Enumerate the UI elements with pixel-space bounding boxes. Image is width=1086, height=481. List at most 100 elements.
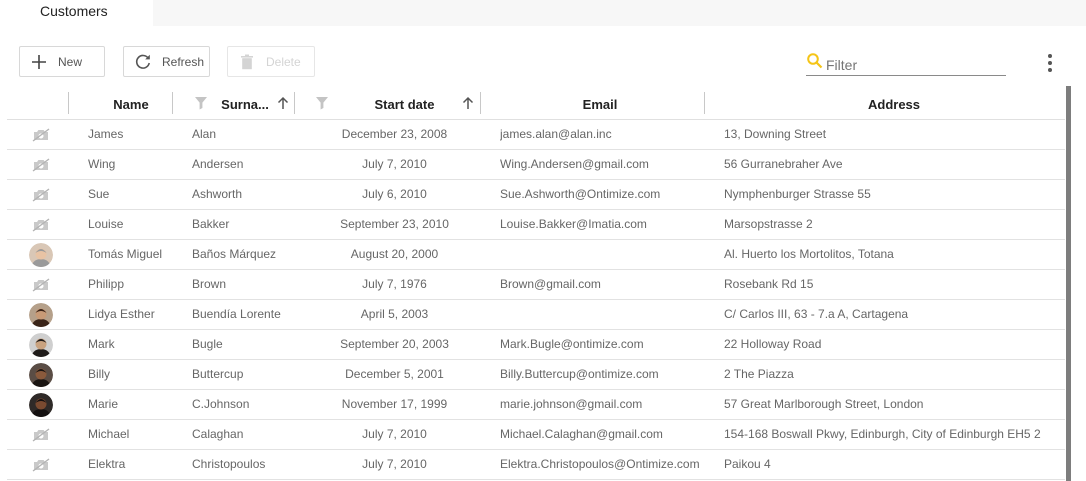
cell-name: Louise [88,217,124,231]
sort-ascending-icon[interactable] [277,96,289,110]
cell-name: Mark [88,337,115,351]
table-row[interactable]: Louise Bakker September 23, 2010 Louise.Bak… [7,210,1065,240]
column-separator[interactable] [172,92,173,114]
cell-start-date: July 7, 2010 [362,157,427,171]
table-row[interactable]: Billy Buttercup December 5, 2001 Billy.Butt… [7,360,1065,390]
cell-start-date: July 7, 2010 [362,427,427,441]
table-row[interactable]: Lidya Esther Buendía Lorente April 5, 2003… [7,300,1065,330]
column-header-start-date-label: Start date [374,96,435,112]
cell-name: James [88,127,124,141]
cell-email: Brown@gmail.com [500,277,601,291]
column-separator[interactable] [480,92,481,114]
trash-icon [228,46,266,77]
cell-surname: Brown [192,277,227,291]
cell-email: james.alan@alan.inc [500,127,612,141]
column-separator[interactable] [704,92,705,114]
table-row[interactable]: Michael Calaghan July 7, 2010 Michael.Calag… [7,420,1065,450]
avatar [26,240,56,269]
column-header-address[interactable]: Address [724,88,1064,120]
column-header-surname[interactable]: Surna... [212,88,278,120]
filter-input[interactable] [826,55,1002,75]
table-row[interactable]: Wing Andersen July 7, 2010 Wing.Andersen@gm… [7,150,1065,180]
cell-surname: Buttercup [192,367,244,381]
search-icon [806,52,824,70]
cell-name: Sue [88,187,110,201]
table-row[interactable]: Mark Bugle September 20, 2003 Mark.Bugle@on… [7,330,1065,360]
cell-address: 56 Gurranebraher Ave [724,157,843,171]
avatar [26,360,56,389]
cell-surname: Alan [192,127,217,141]
cell-surname: Buendía Lorente [192,307,281,321]
cell-email: Mark.Bugle@ontimize.com [500,337,644,351]
avatar [26,300,56,329]
no-photo-icon [26,180,56,209]
table-row[interactable]: James Alan December 23, 2008 james.alan@ala… [7,120,1065,150]
no-photo-icon [26,210,56,239]
cell-surname: Baños Márquez [192,247,277,261]
filter-funnel-icon[interactable] [194,96,208,110]
no-photo-icon [26,150,56,179]
column-header-start-date[interactable]: Start date [347,88,462,120]
new-button[interactable]: New [19,46,105,77]
filter-field[interactable] [806,52,1006,76]
delete-button[interactable]: Delete [227,46,315,77]
cell-address: 13, Downing Street [724,127,827,141]
cell-address: Rosebank Rd 15 [724,277,814,291]
cell-start-date: July 7, 2010 [362,457,427,471]
no-photo-icon [26,270,56,299]
plus-icon [20,46,58,77]
cell-address: 57 Great Marlborough Street, London [724,397,924,411]
cell-surname: C.Johnson [192,397,250,411]
table-row[interactable]: Philipp Brown July 7, 1976 Brown@gmail.com R… [7,270,1065,300]
cell-start-date: September 20, 2003 [340,337,449,351]
cell-address: C/ Carlos III, 63 - 7.a A, Cartagena [724,307,909,321]
sort-ascending-icon[interactable] [462,96,474,110]
vertical-scrollbar[interactable] [1066,86,1071,481]
tab-customers-label: Customers [40,3,108,19]
cell-surname: Bugle [192,337,223,351]
cell-name: Philipp [88,277,125,291]
cell-start-date: December 5, 2001 [345,367,444,381]
cell-start-date: April 5, 2003 [360,307,429,321]
cell-surname: Calaghan [192,427,244,441]
cell-email [500,300,710,329]
cell-name: Wing [88,157,116,171]
column-header-email[interactable]: Email [500,88,700,120]
cell-name: Lidya Esther [88,307,155,321]
table-body: James Alan December 23, 2008 james.alan@ala… [7,120,1065,480]
cell-email: Sue.Ashworth@Ontimize.com [500,187,661,201]
avatar [26,390,56,419]
more-options-icon[interactable] [1040,53,1060,73]
cell-name: Elektra [88,457,126,471]
cell-email: Wing.Andersen@gmail.com [500,157,649,171]
avatar [26,330,56,359]
table-header: Name Surna... Start date Email Address [7,88,1065,120]
table-row[interactable]: Tomás Miguel Baños Márquez August 20, 2000… [7,240,1065,270]
cell-email: Louise.Bakker@Imatia.com [500,217,647,231]
refresh-icon [124,46,162,77]
refresh-button[interactable]: Refresh [123,46,210,77]
cell-start-date: July 7, 1976 [362,277,427,291]
new-button-label: New [58,54,83,69]
cell-start-date: September 23, 2010 [340,217,449,231]
column-separator[interactable] [294,92,295,114]
cell-start-date: July 6, 2010 [362,187,427,201]
column-header-name[interactable]: Name [88,88,174,120]
cell-address: 2 The Piazza [724,367,794,381]
cell-name: Marie [88,397,119,411]
table-row[interactable]: Elektra Christopoulos July 7, 2010 Elektra.… [7,450,1065,480]
cell-email: Billy.Buttercup@ontimize.com [500,367,659,381]
cell-start-date: August 20, 2000 [350,247,439,261]
table-row[interactable]: Marie C.Johnson November 17, 1999 marie.joh… [7,390,1065,420]
column-header-surname-label: Surna... [221,96,269,112]
cell-address: 22 Holloway Road [724,337,822,351]
column-separator[interactable] [68,92,69,114]
table-row[interactable]: Sue Ashworth July 6, 2010 Sue.Ashworth@Onti… [7,180,1065,210]
cell-address: 154-168 Boswall Pkwy, Edinburgh, City of… [724,427,1041,441]
cell-email [500,240,710,269]
refresh-button-label: Refresh [162,54,205,69]
filter-funnel-icon[interactable] [315,96,329,110]
tab-customers[interactable]: Customers [0,0,153,26]
column-header-name-label: Name [113,96,149,112]
customers-table: Name Surna... Start date Email Address J… [7,88,1065,480]
